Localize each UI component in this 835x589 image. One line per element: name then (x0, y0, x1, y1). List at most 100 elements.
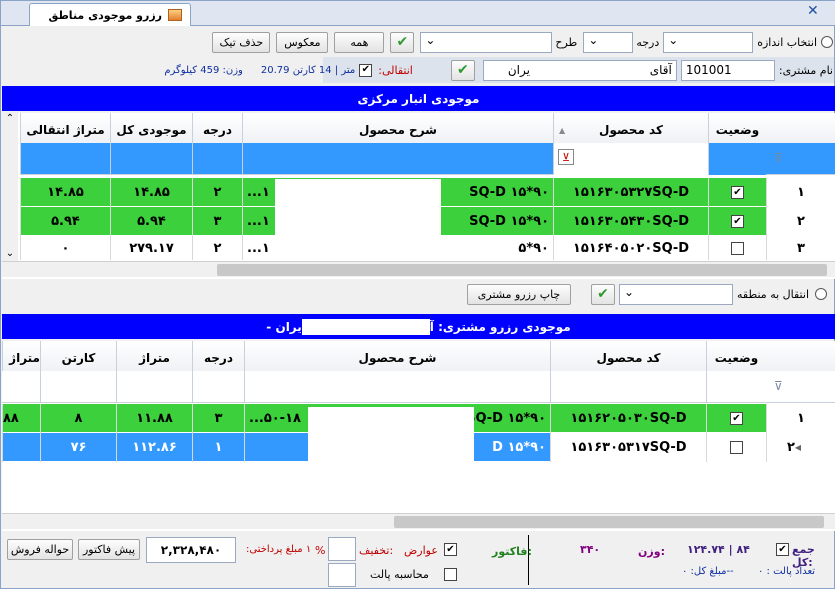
row-checkbox[interactable] (731, 241, 744, 255)
col-description[interactable]: شرح محصول (242, 113, 553, 147)
filter-code-cell[interactable] (550, 371, 706, 403)
filter-funnel-icon[interactable]: ⊽ (774, 379, 783, 393)
col-grade[interactable]: درجه (192, 113, 242, 147)
row-description-tail: ...۱ (247, 185, 270, 200)
customer-confirm-button[interactable]: ✔ (450, 59, 475, 81)
total-checkbox[interactable]: ✔ (776, 543, 789, 556)
customer-grid-header: وضعیت کد محصول شرح محصول درجه متراژ کارت… (2, 341, 835, 375)
scroll-down-icon[interactable]: ⌄ (2, 248, 18, 259)
weight-summary: وزن: 459 کیلوگرم (164, 64, 243, 76)
percent-sign: % (315, 544, 326, 557)
filter-total-cell[interactable] (110, 143, 192, 175)
pallet-input[interactable] (328, 563, 356, 587)
col-meter-extra[interactable]: متراژ (2, 341, 40, 375)
filter-transfer-cell[interactable] (20, 143, 110, 175)
clear-filter-icon[interactable]: ⊻ (558, 149, 574, 165)
row-total-stock: ۱۴.۸۵ (110, 178, 192, 207)
reverse-button[interactable]: معکوس (276, 31, 329, 53)
size-combo[interactable] (663, 31, 754, 53)
print-reserve-button[interactable]: چاپ رزرو مشتری (467, 283, 571, 305)
filter-description-cell[interactable] (244, 371, 550, 403)
sales-transfer-button[interactable]: حواله فروش (7, 539, 73, 560)
row-total-stock: ۲۷۹.۱۷ (110, 236, 192, 260)
row-status-cell: ✔ (706, 404, 766, 433)
col-transfer-meter[interactable]: متراژ انتقالی (20, 113, 110, 147)
transfer-checkbox[interactable]: ✔ (359, 63, 373, 77)
charges-label: عوارض (404, 544, 438, 557)
col-product-code[interactable]: کد محصول ▲ (553, 113, 708, 147)
row-description-head: SQ-D ۱۵*۹۰ (469, 185, 549, 200)
customer-stock-title-bar: موجودی رزرو مشتری: آ یران - (2, 314, 835, 339)
row-checkbox[interactable] (730, 441, 743, 454)
customer-name-input[interactable]: آقای یران (482, 59, 677, 81)
filter-grade-cell[interactable] (192, 143, 242, 175)
pallet-calc-checkbox[interactable] (444, 568, 457, 581)
grade-combo[interactable] (583, 31, 634, 53)
tab-zone-stock-reserve[interactable]: رزرو موجودی مناطق (29, 3, 191, 26)
row-product-code: ۱۵۱۶۴۰۵۰۲۰SQ-D (553, 236, 708, 260)
row-status-cell (708, 236, 766, 260)
central-stock-title-bar: موجودی انبار مرکزی (2, 86, 835, 111)
row-grade: ۲ (192, 178, 242, 207)
customer-scroll-thumb[interactable] (394, 516, 824, 528)
row-grade: ۳ (192, 207, 242, 236)
row-status-cell (706, 433, 766, 462)
grade-label: درجه (636, 35, 660, 49)
customer-code-input[interactable]: 101001 (680, 59, 775, 81)
transfer-toolbar: انتقال به منطقه ✔ چاپ رزرو مشتری (429, 283, 827, 305)
filter-description-cell[interactable] (242, 143, 553, 175)
clear-tick-button[interactable]: حذف تیک (212, 31, 271, 53)
central-horizontal-scrollbar[interactable] (2, 261, 835, 277)
filter-carton-cell[interactable] (40, 371, 116, 403)
central-scroll-thumb[interactable] (217, 264, 827, 276)
customer-stock-title-prefix: موجودی رزرو مشتری: آ (429, 319, 571, 334)
col-product-code[interactable]: کد محصول (550, 341, 706, 375)
design-label: طرح (555, 35, 578, 49)
row-grade: ۳ (192, 404, 244, 433)
close-icon[interactable]: ✕ (807, 3, 819, 19)
zone-combo[interactable] (619, 283, 733, 305)
tab-bar: رزرو موجودی مناطق ✕ (1, 1, 835, 26)
filter-meter-cell[interactable] (116, 371, 192, 403)
col-meter[interactable]: متراژ (116, 341, 192, 375)
filter-funnel-icon[interactable]: ⊽ (774, 151, 783, 165)
row-description-head: ۵*۹۰ (518, 240, 549, 256)
row-meter-extra (2, 433, 40, 462)
transfer-label: انتقالی: (378, 63, 413, 77)
row-checkbox[interactable]: ✔ (731, 186, 744, 199)
col-description[interactable]: شرح محصول (244, 341, 550, 375)
filter-grade-cell[interactable] (192, 371, 244, 403)
row-meter-extra: ۸۸ (2, 404, 40, 433)
size-select-label: انتخاب اندازه (757, 35, 817, 49)
col-total-stock[interactable]: موجودی کل (110, 113, 192, 147)
charges-checkbox[interactable]: ✔ (444, 543, 457, 556)
row-transfer-meter: ۱۴.۸۵ (20, 178, 110, 207)
filter-status-cell[interactable] (706, 371, 766, 403)
zone-confirm-button[interactable]: ✔ (591, 283, 615, 305)
filter-code-cell[interactable]: ⊻ (553, 143, 708, 175)
filter-status-cell[interactable] (708, 143, 766, 175)
row-checkbox[interactable]: ✔ (731, 215, 744, 228)
scroll-up-icon[interactable]: ⌃ (2, 113, 18, 124)
zone-transfer-radio[interactable] (815, 288, 827, 300)
col-carton[interactable]: کارتن (40, 341, 116, 375)
all-button[interactable]: همه (334, 31, 385, 53)
pre-invoice-button[interactable]: پیش فاکتور (78, 539, 140, 560)
col-status[interactable]: وضعیت (706, 341, 766, 375)
discount-input[interactable] (328, 537, 356, 561)
customer-city: یران (507, 62, 530, 77)
row-description-head: SQ-D ۱۵*۹۰ (469, 214, 549, 229)
col-status[interactable]: وضعیت (708, 113, 766, 147)
row-number: ۲ ◀ (766, 433, 835, 462)
size-select-radio[interactable] (821, 36, 833, 48)
col-grade[interactable]: درجه (192, 341, 244, 375)
row-description-tail: ...۵۰-۱۸ (249, 411, 301, 426)
customer-horizontal-scrollbar[interactable] (2, 513, 835, 529)
row-checkbox[interactable]: ✔ (730, 412, 743, 425)
apply-filter-button[interactable]: ✔ (390, 31, 415, 53)
current-row-arrow-icon: ◀ (794, 443, 802, 452)
design-combo[interactable] (420, 31, 553, 53)
pallet-calc-label: محاسبه پالت (370, 568, 429, 581)
sort-icon: ▲ (559, 125, 566, 135)
central-vertical-scrollbar[interactable]: ⌃ ⌄ (2, 113, 18, 261)
